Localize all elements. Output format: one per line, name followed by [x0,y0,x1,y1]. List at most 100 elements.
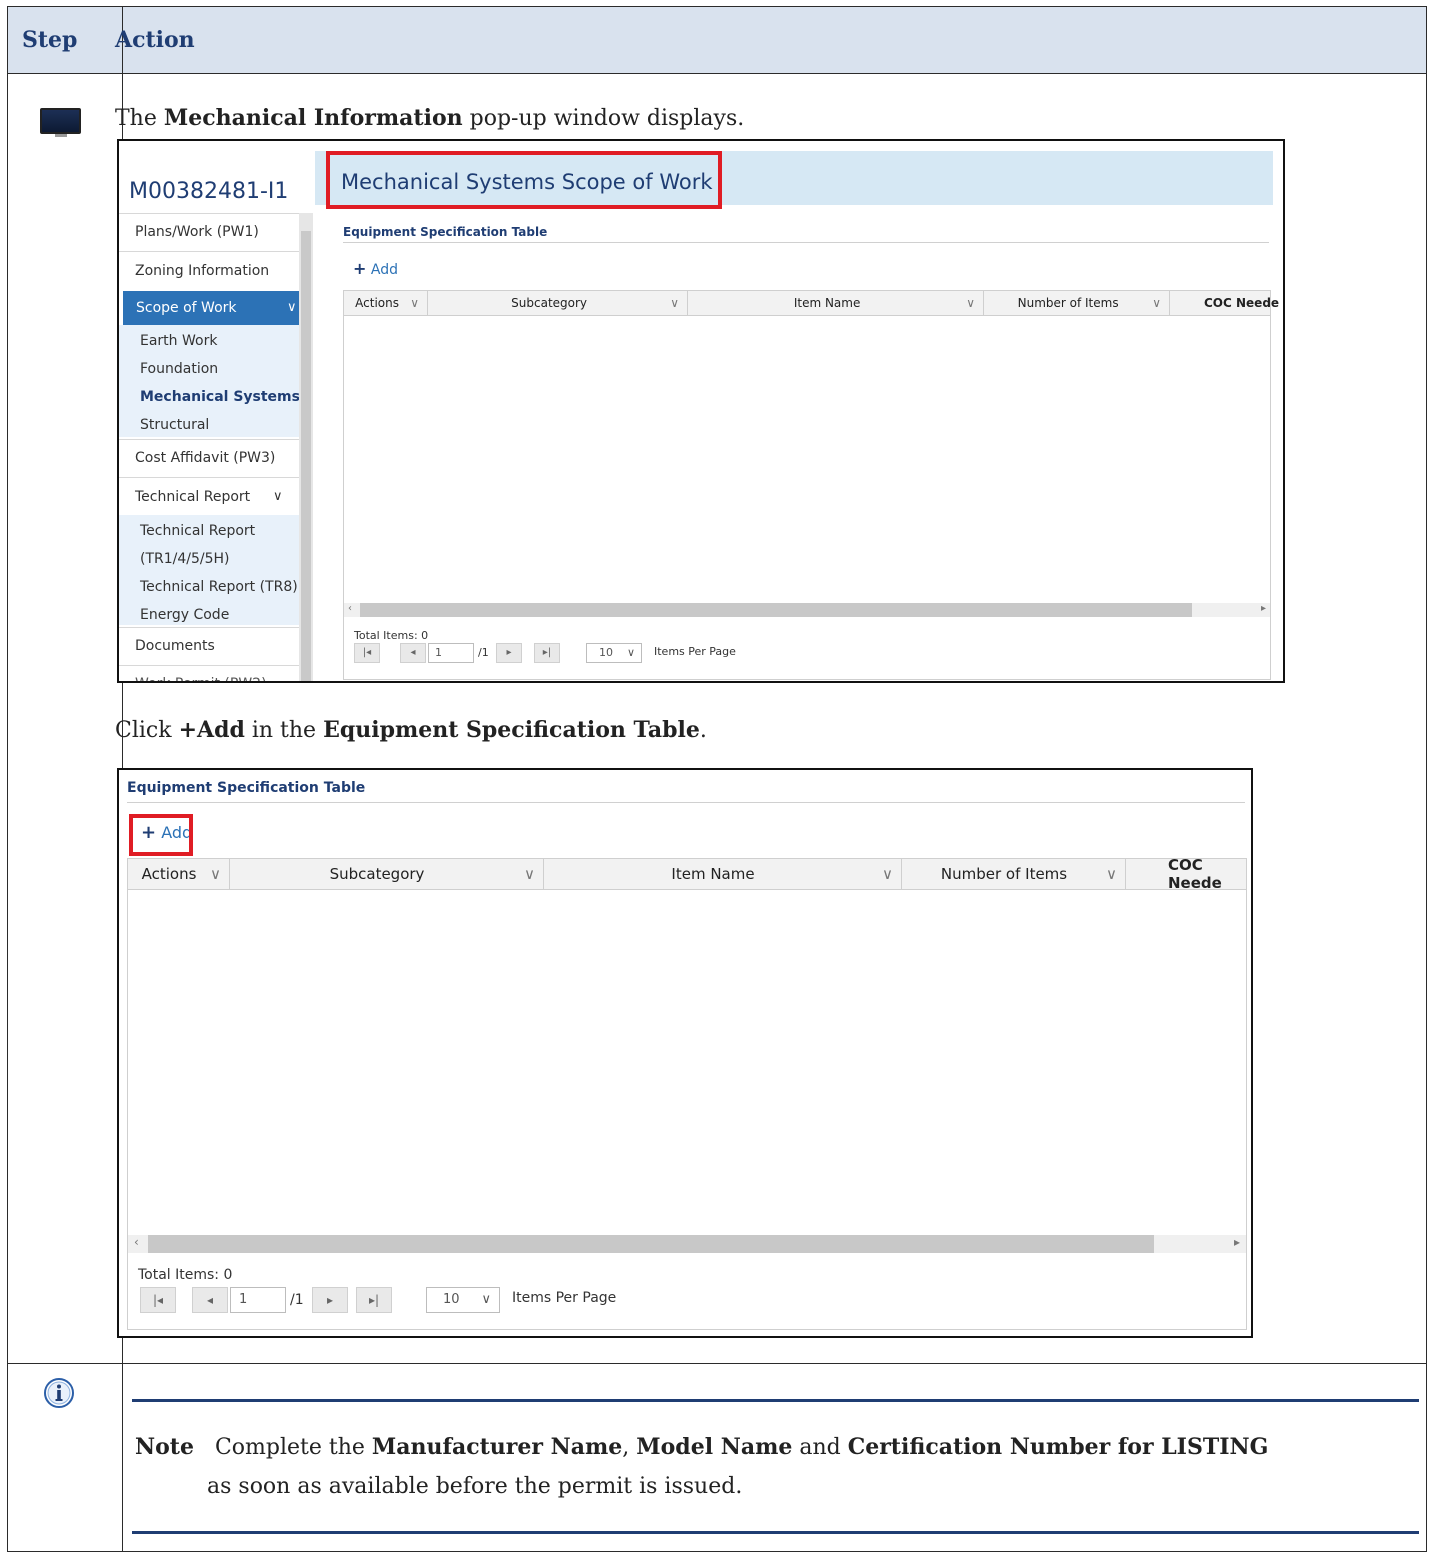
chevron-down-icon: ∨ [210,865,221,883]
note-pre: Complete the [214,1435,372,1460]
plus-icon: + [353,259,367,278]
sidebar-item-plans-work[interactable]: Plans/Work (PW1) [119,213,313,249]
panel-title: Equipment Specification Table [343,225,548,239]
chevron-down-icon: ∨ [1106,865,1117,883]
row-divider [8,1363,1426,1364]
sidebar-sub-tech-report-line1[interactable]: Technical Report [119,517,313,545]
step2-text: Click +Add in the Equipment Specificatio… [115,717,707,743]
sidebar-item-label: Scope of Work [136,300,237,316]
last-page-button[interactable]: ▸| [356,1287,392,1313]
sidebar-sub-tr8-line2[interactable]: Energy Code [119,601,313,629]
highlight-box [326,151,722,209]
step1-pre: The [115,106,164,131]
horizontal-scrollbar[interactable]: ‹ ▸ [344,603,1270,617]
grid-header: Actions ∨ Subcategory ∨ Item Name ∨ Number … [344,291,1279,316]
sidebar-sub-earth-work[interactable]: Earth Work [119,327,313,355]
chevron-down-icon: ∨ [626,646,635,659]
chevron-down-icon: ∨ [882,865,893,883]
chevron-down-icon: ∨ [966,296,975,310]
sidebar-scrollbar[interactable] [299,213,313,681]
page-total: /1 [290,1292,304,1308]
panel-divider [343,242,1269,243]
items-per-page-label: Items Per Page [512,1290,617,1306]
step2-bold-add: +Add [178,717,245,743]
prev-page-button[interactable]: ◂ [192,1287,228,1313]
step2-pre: Click [115,718,179,743]
next-page-button[interactable]: ▸ [496,643,522,663]
column-header-subcategory[interactable]: Subcategory ∨ [428,291,688,315]
prev-page-button[interactable]: ◂ [400,643,426,663]
column-header-item-name[interactable]: Item Name ∨ [688,291,984,315]
grid-header: Actions ∨ Subcategory ∨ Item Name ∨ Number … [128,856,1246,892]
page-input[interactable]: 1 [428,643,474,663]
sidebar-item-zoning[interactable]: Zoning Information [119,251,313,289]
note-label: Note [135,1434,194,1460]
total-items: Total Items: 0 [354,629,429,642]
header-step: Step [22,27,78,53]
sidebar-item-work-permit[interactable]: Work Permit (PW2) [119,665,313,681]
highlight-box [129,814,193,856]
horizontal-scrollbar[interactable]: ‹ ▸ [128,1235,1246,1253]
scrollbar-thumb[interactable] [148,1235,1154,1253]
items-per-page-value: 10 [443,1292,460,1307]
column-header-subcategory[interactable]: Subcategory ∨ [230,859,544,889]
last-page-button[interactable]: ▸| [534,643,560,663]
note-bold-model: Model Name [636,1434,793,1460]
add-label: Add [370,262,398,278]
note-line1: Note Complete the Manufacturer Name, Mode… [135,1434,1268,1460]
first-page-button[interactable]: |◂ [354,643,380,663]
note-line2: as soon as available before the permit i… [207,1474,743,1499]
mechanical-info-screenshot: M00382481-I1 Plans/Work (PW1) Zoning Inf… [117,139,1285,683]
chevron-down-icon: ∨ [524,865,535,883]
chevron-down-icon: ∨ [481,1292,491,1307]
note-top-rule [132,1399,1419,1402]
add-button[interactable]: + Add [353,259,398,278]
first-page-button[interactable]: |◂ [140,1287,176,1313]
column-header-item-name[interactable]: Item Name ∨ [544,859,902,889]
column-header-number-of-items[interactable]: Number of Items ∨ [984,291,1170,315]
next-page-button[interactable]: ▸ [312,1287,348,1313]
equipment-grid: Actions ∨ Subcategory ∨ Item Name ∨ Number … [343,290,1279,680]
step1-bold: Mechanical Information [163,105,463,131]
note-bottom-rule [132,1531,1419,1534]
info-icon [44,1378,74,1408]
sidebar-sub-mechanical[interactable]: Mechanical Systems [119,383,313,411]
step2-bold-table: Equipment Specification Table [323,717,700,743]
sidebar-sub-structural[interactable]: Structural [119,411,313,439]
column-header-actions[interactable]: Actions ∨ [344,291,428,315]
sidebar-sub-tr8-line1[interactable]: Technical Report (TR8) - [119,573,313,601]
column-header-actions[interactable]: Actions ∨ [128,859,230,889]
page-input[interactable]: 1 [230,1287,286,1313]
chevron-down-icon: ∨ [273,489,283,504]
chevron-down-icon: ∨ [410,296,419,310]
scroll-right-arrow[interactable]: ▸ [1261,603,1266,614]
items-per-page-select[interactable]: 10 ∨ [586,643,642,663]
sidebar-item-documents[interactable]: Documents [119,627,313,665]
page-total: /1 [478,646,489,659]
column-header-coc-needed[interactable]: COC Neede [1170,291,1280,315]
column-header-coc-needed[interactable]: COC Neede [1126,856,1251,892]
table-header [8,7,1426,74]
note-sep2: and [792,1435,848,1460]
scrollbar-thumb[interactable] [360,603,1192,617]
column-header-number-of-items[interactable]: Number of Items ∨ [902,859,1126,889]
sidebar-item-label: Technical Report [135,489,251,505]
sidebar-sub-foundation[interactable]: Foundation [119,355,313,383]
chevron-down-icon: ∨ [1152,296,1161,310]
monitor-icon [40,108,81,134]
scrollbar-thumb[interactable] [301,231,311,681]
note-bold-manufacturer: Manufacturer Name [371,1434,623,1460]
monitor-stand [55,134,67,137]
items-per-page-select[interactable]: 10 ∨ [426,1287,500,1313]
scroll-left-arrow[interactable]: ‹ [134,1235,139,1249]
sidebar-item-technical-report[interactable]: Technical Report ∨ [119,477,313,515]
sidebar-sub-tech-report-line2[interactable]: (TR1/4/5/5H) [119,545,313,573]
chevron-down-icon: ∨ [670,296,679,310]
scroll-left-arrow[interactable]: ‹ [348,603,352,614]
total-items: Total Items: 0 [138,1267,233,1283]
scroll-right-arrow[interactable]: ▸ [1234,1235,1240,1249]
sidebar-item-cost-affidavit[interactable]: Cost Affidavit (PW3) [119,439,313,477]
equipment-grid: Actions ∨ Subcategory ∨ Item Name ∨ Number … [127,856,1247,1330]
chevron-down-icon: ∨ [287,300,297,315]
sidebar-item-scope-of-work[interactable]: Scope of Work ∨ [123,291,313,325]
